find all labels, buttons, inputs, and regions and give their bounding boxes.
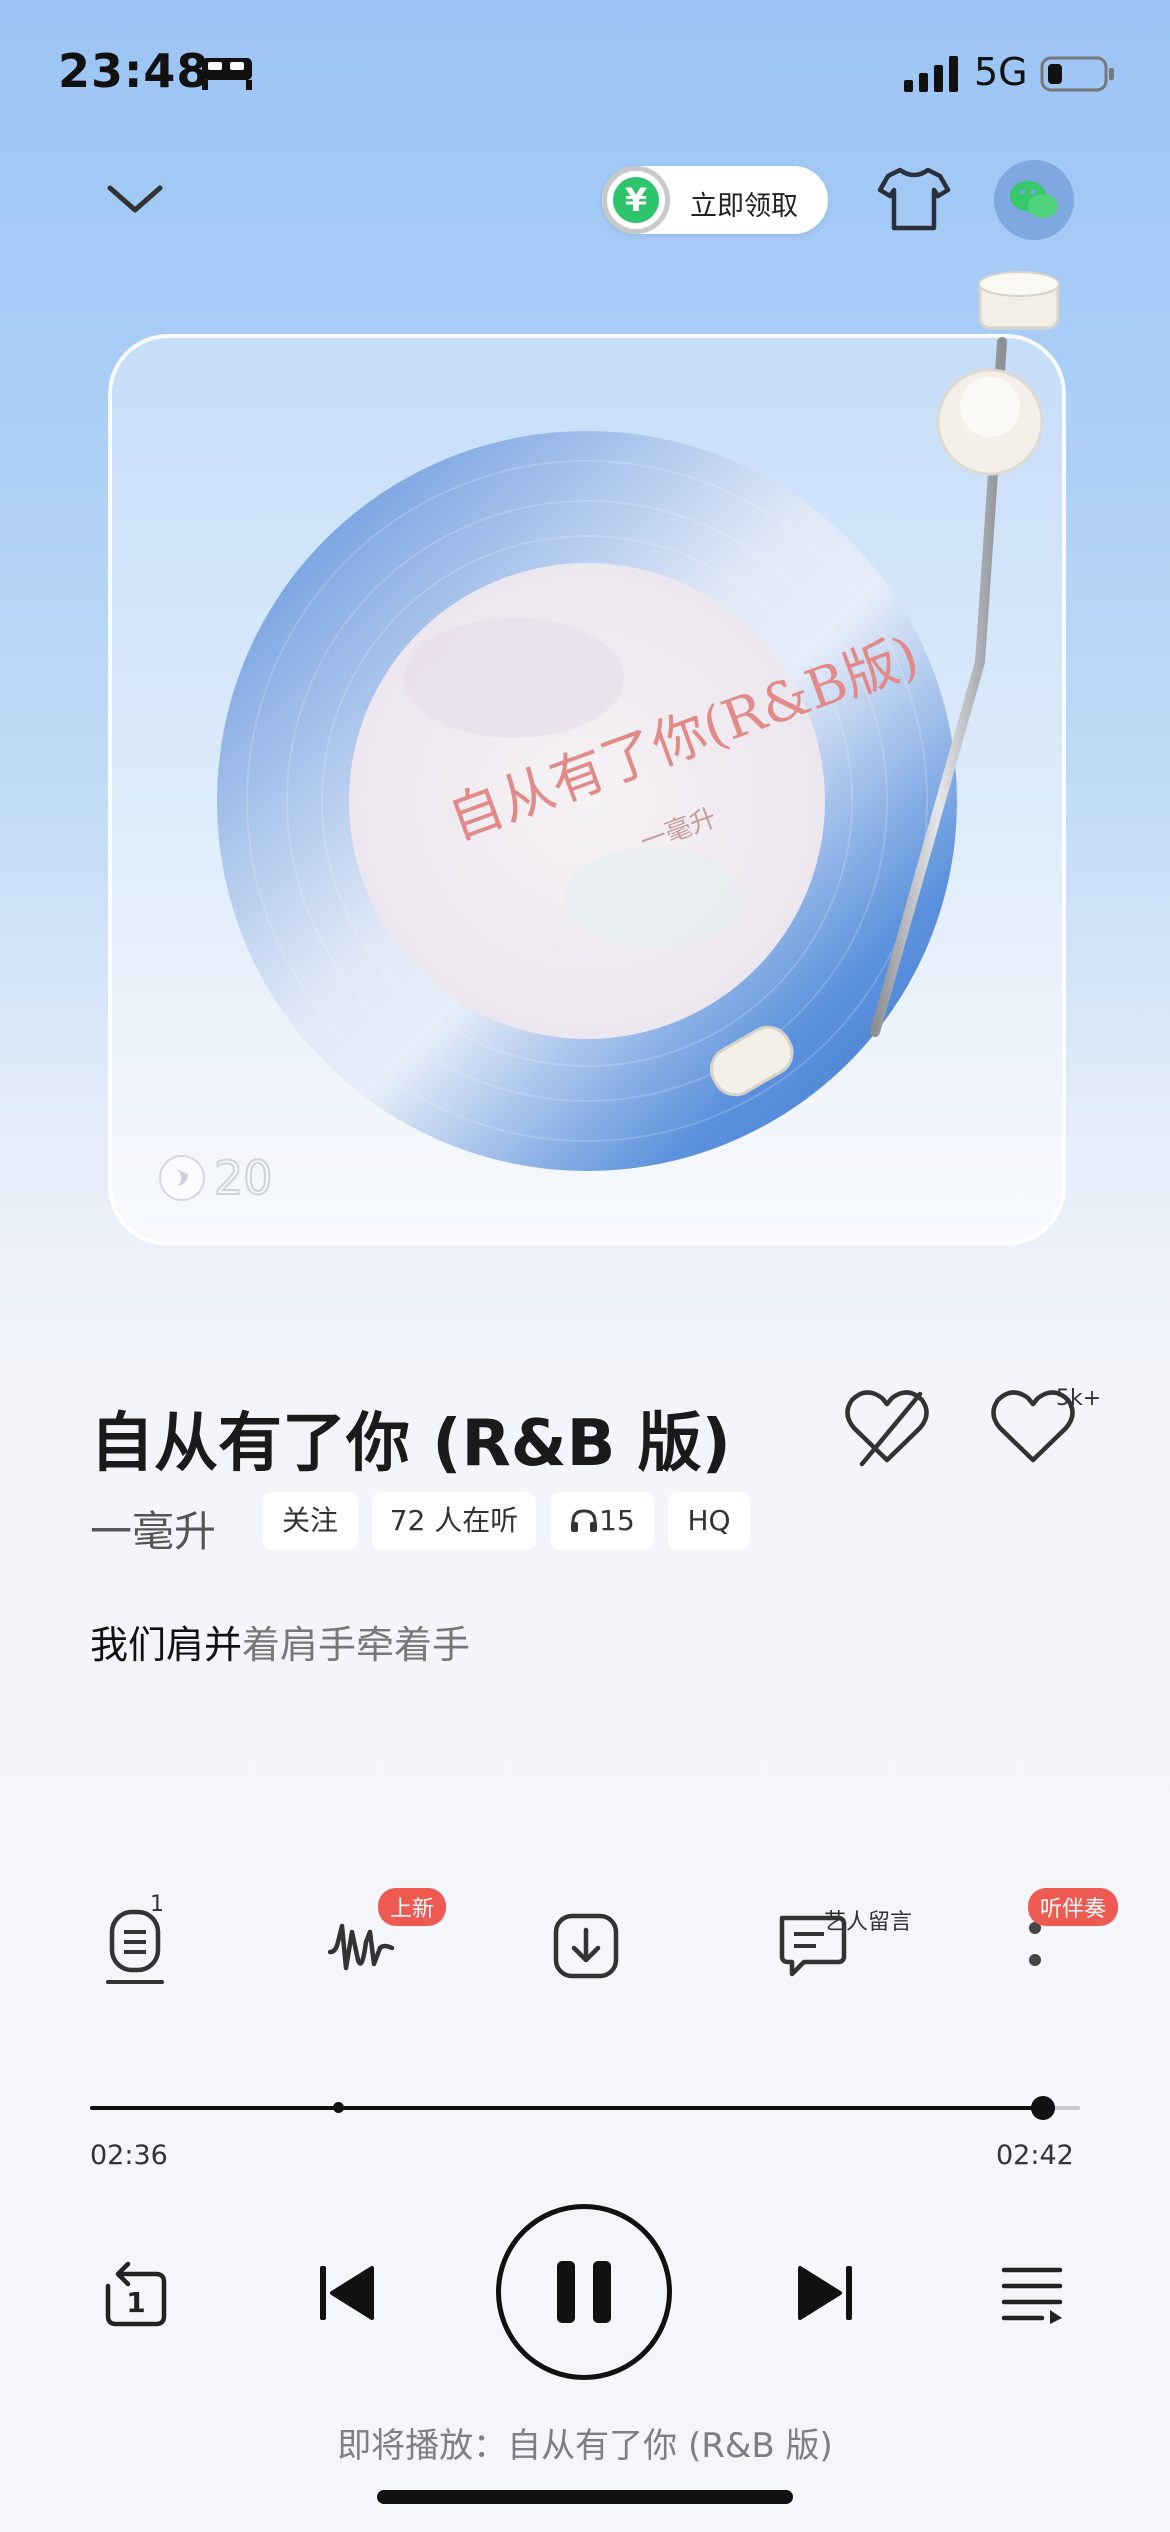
tonearm — [709, 271, 1060, 1097]
status-time: 23:48 — [58, 44, 210, 98]
previous-track-icon[interactable] — [316, 2262, 378, 2324]
current-lyric[interactable]: 我们肩并着肩手牵着手 — [90, 1614, 470, 1669]
lyric-sung: 我们肩并 — [90, 1623, 243, 1667]
total-time: 02:42 — [996, 2140, 1074, 2171]
next-track-icon[interactable] — [794, 2262, 856, 2324]
song-title: 自从有了你 (R&B 版) — [90, 1407, 731, 1481]
play-pause-button[interactable] — [496, 2204, 672, 2380]
chevron-down-icon[interactable] — [100, 170, 170, 230]
claim-reward-label: 立即领取 — [690, 191, 798, 222]
current-time: 02:36 — [90, 2140, 168, 2171]
network-type: 5G — [974, 50, 1028, 94]
headphone-icon — [571, 1509, 598, 1532]
svg-text:20: 20 — [214, 1151, 273, 1205]
quality-chip[interactable]: HQ — [668, 1492, 750, 1550]
artist-name[interactable]: 一毫升 — [90, 1498, 216, 1559]
up-next-label[interactable]: 即将播放：自从有了你 (R&B 版) — [0, 2418, 1170, 2467]
comment-label: 艺人留言 — [824, 1910, 913, 1935]
progress-marker — [332, 2102, 344, 2113]
follow-button[interactable]: 关注 — [262, 1492, 358, 1550]
playlist-badge: 1 — [150, 1892, 164, 1917]
accompaniment-badge: 听伴奏 — [1028, 1888, 1119, 1926]
headphone-count: 15 — [599, 1504, 635, 1537]
claim-reward-button[interactable]: ¥ 立即领取 — [602, 166, 828, 234]
repeat-one-button[interactable]: 1 — [98, 2256, 174, 2330]
svg-text:1: 1 — [126, 2286, 145, 2319]
repeat-one-icon: 1 — [105, 2261, 167, 2327]
wechat-share-button[interactable] — [994, 160, 1074, 240]
download-icon — [553, 1913, 619, 1979]
bed-icon — [202, 58, 252, 90]
progress-thumb[interactable] — [1031, 2096, 1056, 2120]
wechat-icon — [1010, 181, 1058, 218]
headphone-chip[interactable]: 15 — [550, 1492, 654, 1550]
tshirt-icon[interactable] — [876, 160, 952, 236]
home-indicator[interactable] — [377, 2490, 793, 2504]
playlist-function-button[interactable]: 1 — [104, 1892, 194, 1988]
pause-icon — [557, 2261, 611, 2323]
quality-logo: 20 — [156, 1150, 306, 1206]
signal-icon — [904, 56, 958, 92]
sound-effect-badge: 上新 — [378, 1888, 447, 1926]
coin-icon: ¥ — [602, 166, 670, 234]
progress-fill — [90, 2106, 1044, 2110]
dislike-heart-icon[interactable] — [840, 1384, 934, 1470]
battery-icon — [1040, 56, 1114, 92]
listeners-chip[interactable]: 72 人在听 — [372, 1492, 536, 1550]
lyric-unsung: 着肩手牵着手 — [242, 1623, 471, 1667]
playlist-queue-icon[interactable] — [1000, 2262, 1066, 2324]
like-count: 5k+ — [1056, 1386, 1102, 1411]
download-button[interactable] — [552, 1912, 622, 1982]
